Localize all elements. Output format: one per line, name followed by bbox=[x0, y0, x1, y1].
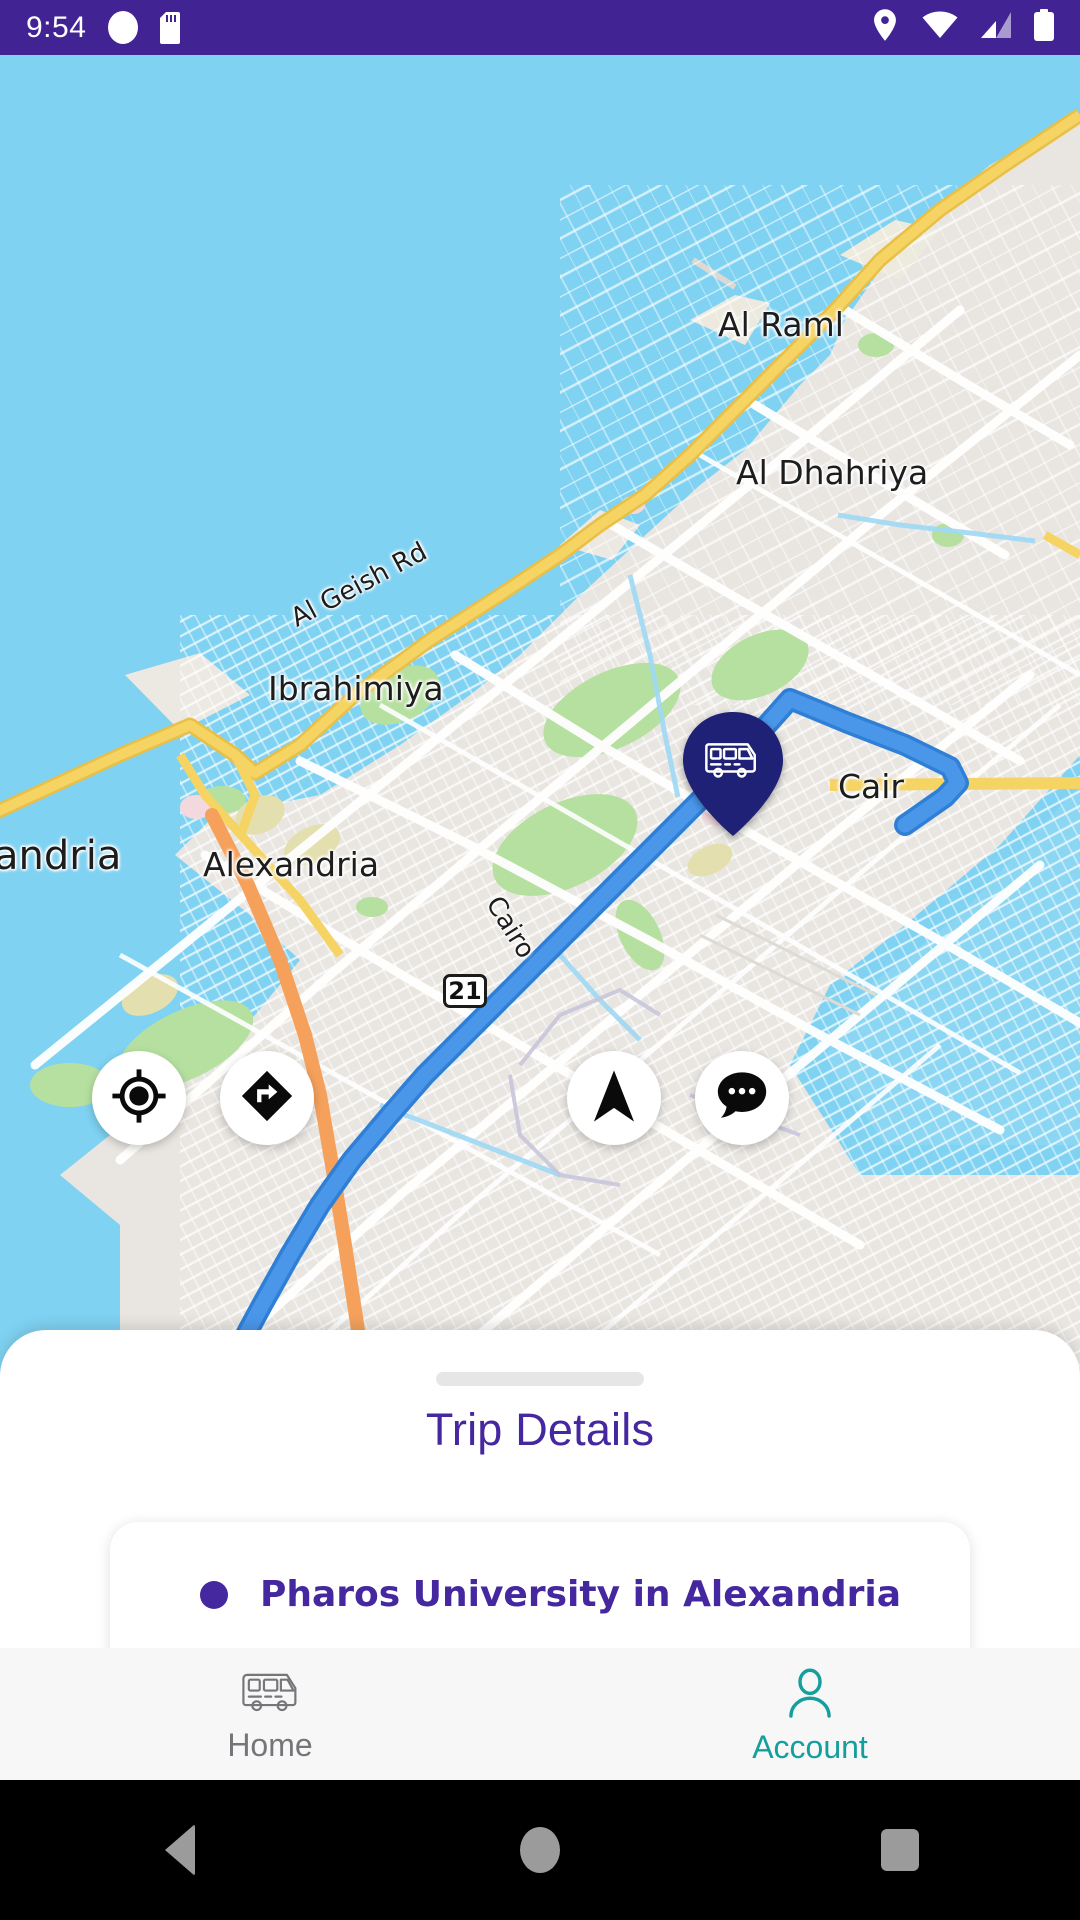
directions-sign-icon bbox=[238, 1067, 296, 1130]
sheet-title: Trip Details bbox=[425, 1404, 655, 1455]
nav-label-home: Home bbox=[227, 1727, 313, 1763]
trip-stop-row[interactable]: Pharos University in Alexandria bbox=[110, 1574, 970, 1615]
nav-item-account[interactable]: Account bbox=[540, 1648, 1080, 1780]
sheet-drag-handle[interactable] bbox=[436, 1372, 644, 1386]
chat-button[interactable] bbox=[695, 1051, 789, 1145]
crosshair-location-icon bbox=[110, 1067, 168, 1130]
android-navigation-bar bbox=[0, 1780, 1080, 1920]
status-bar-clock: 9:54 bbox=[26, 10, 87, 44]
bus-icon bbox=[241, 1670, 299, 1721]
stop-bullet-icon bbox=[200, 1580, 228, 1609]
nav-item-home[interactable]: Home bbox=[0, 1648, 540, 1780]
trip-stop-label: Pharos University in Alexandria bbox=[260, 1574, 901, 1615]
my-location-button[interactable] bbox=[92, 1051, 186, 1145]
android-back-button[interactable] bbox=[0, 1824, 360, 1876]
highway-shield-number: 21 bbox=[448, 977, 482, 1005]
triangle-back-icon bbox=[165, 1824, 195, 1876]
highway-shield-21: 21 bbox=[443, 974, 487, 1008]
bottom-navigation: Home Account bbox=[0, 1648, 1080, 1780]
circle-home-icon bbox=[520, 1827, 560, 1873]
nav-label-account: Account bbox=[752, 1729, 868, 1765]
battery-icon bbox=[1034, 9, 1054, 46]
circle-icon bbox=[108, 11, 139, 44]
cellular-signal-icon bbox=[980, 11, 1012, 44]
location-pin-icon bbox=[870, 8, 900, 47]
map-canvas[interactable]: Al Raml Al Dhahriya Al Geish Rd Ibrahimi… bbox=[0, 55, 1080, 1385]
navigation-arrow-icon bbox=[586, 1067, 642, 1130]
sd-card-icon bbox=[160, 11, 184, 44]
square-recents-icon bbox=[881, 1829, 919, 1871]
wifi-icon bbox=[922, 11, 958, 44]
person-icon bbox=[785, 1668, 835, 1723]
status-bar-left: 9:54 bbox=[26, 11, 184, 44]
map-vector bbox=[0, 55, 1080, 1385]
directions-button[interactable] bbox=[220, 1051, 314, 1145]
chat-bubble-icon bbox=[713, 1067, 771, 1130]
navigate-button[interactable] bbox=[567, 1051, 661, 1145]
status-bar: 9:54 bbox=[0, 0, 1080, 55]
bus-marker[interactable] bbox=[676, 710, 790, 838]
android-recents-button[interactable] bbox=[720, 1829, 1080, 1871]
android-home-button[interactable] bbox=[360, 1827, 720, 1873]
status-bar-right bbox=[870, 8, 1054, 47]
